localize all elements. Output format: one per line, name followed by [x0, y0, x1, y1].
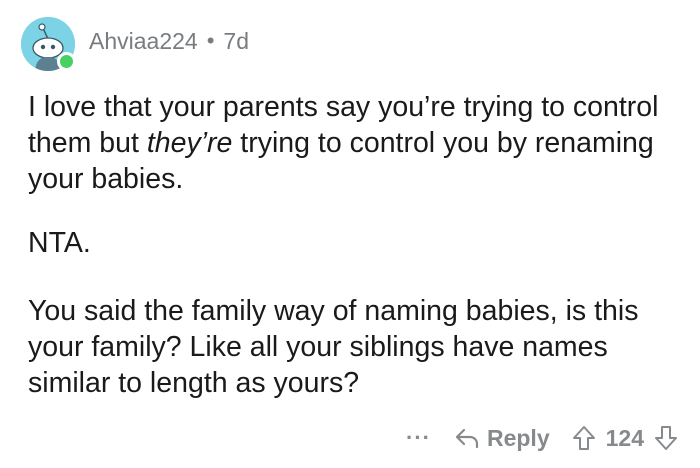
comment-age: 7d — [223, 27, 249, 54]
comment-header: Ahviaa224 • 7d — [21, 16, 249, 72]
comment: Ahviaa224 • 7d I love that your parents … — [0, 0, 700, 468]
online-status-indicator — [57, 52, 76, 71]
vote-controls: 124 — [572, 425, 678, 452]
comment-meta: Ahviaa224 • 7d — [89, 28, 249, 55]
downvote-arrow-icon[interactable] — [654, 425, 678, 451]
comment-paragraph: I love that your parents say you’re tryi… — [28, 89, 688, 197]
reply-arrow-icon — [455, 428, 479, 449]
comment-body: I love that your parents say you’re tryi… — [28, 89, 688, 401]
avatar-container[interactable] — [21, 17, 76, 71]
author-username[interactable]: Ahviaa224 — [89, 28, 198, 55]
reply-button[interactable]: Reply — [455, 425, 550, 452]
reply-label: Reply — [486, 424, 550, 451]
comment-paragraph: NTA. — [28, 227, 91, 259]
upvote-arrow-icon[interactable] — [572, 425, 596, 451]
vote-score: 124 — [605, 424, 644, 451]
meta-separator: • — [206, 28, 215, 53]
more-options-button[interactable]: ··· — [406, 425, 431, 451]
comment-paragraph: You said the family way of naming babies… — [28, 295, 639, 399]
emphasis-text: they’re — [146, 127, 233, 159]
comment-actions: ··· Reply 124 — [406, 418, 678, 458]
